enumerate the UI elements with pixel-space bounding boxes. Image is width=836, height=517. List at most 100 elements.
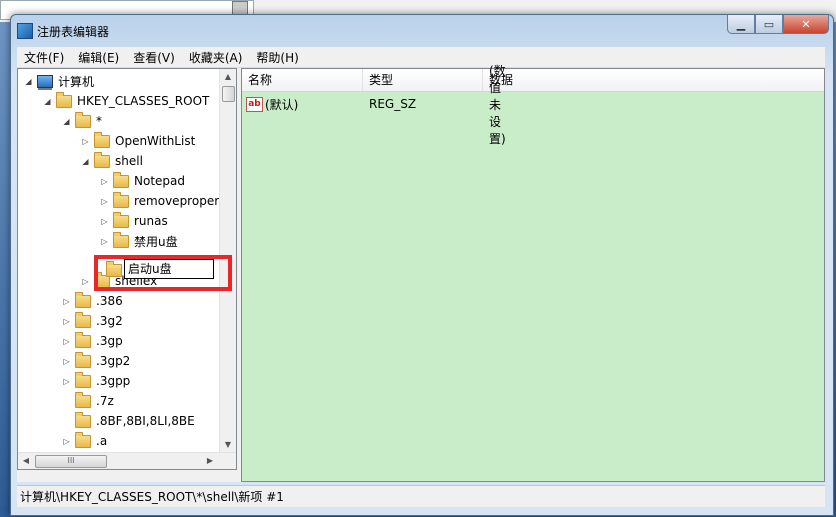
expand-arrow-icon[interactable]: ▷ [81, 277, 90, 286]
minimize-icon: ▁ [736, 17, 746, 31]
value-row[interactable]: ab (默认) REG_SZ (数值未设置) [242, 64, 506, 146]
string-value-icon: ab [246, 96, 263, 112]
menu-view[interactable]: 查看(V) [126, 49, 182, 66]
status-bar: 计算机\HKEY_CLASSES_ROOT\*\shell\新项 #1 [17, 485, 825, 507]
column-header-name[interactable]: 名称 [242, 69, 363, 91]
column-header-type[interactable]: 类型 [363, 69, 483, 91]
collapse-arrow-icon[interactable]: ◢ [24, 77, 33, 86]
folder-icon [56, 91, 72, 108]
maximize-button[interactable]: ▭ [755, 15, 783, 34]
tree-item-label: OpenWithList [115, 134, 196, 148]
registry-editor-window: 注册表编辑器 ▁ ▭ ✕ 文件(F) 编辑(E) 查看(V) 收藏夹(A) 帮助… [10, 14, 834, 516]
tree-item[interactable]: ◢ HKEY_CLASSES_ROOT [43, 91, 209, 111]
window-title: 注册表编辑器 [37, 25, 110, 39]
collapse-arrow-icon[interactable]: ◢ [62, 117, 71, 126]
scroll-up-arrow-icon[interactable]: ▲ [220, 69, 236, 85]
tree-item[interactable]: ▷ .a [62, 431, 107, 451]
tree-item-label: * [96, 114, 102, 128]
tree-item[interactable]: ◢ 计算机 [24, 71, 94, 91]
expand-arrow-icon[interactable]: ▷ [62, 357, 71, 366]
annotation-highlight-box [94, 255, 232, 291]
menu-help[interactable]: 帮助(H) [249, 49, 305, 66]
list-header: 名称 类型 数据 [242, 69, 824, 92]
expand-arrow-icon[interactable]: ▷ [100, 217, 109, 226]
computer-icon [37, 74, 53, 88]
tree-item[interactable]: ▷ .3g2 [62, 311, 123, 331]
menu-bar: 文件(F) 编辑(E) 查看(V) 收藏夹(A) 帮助(H) [17, 47, 825, 68]
tree-horizontal-scrollbar[interactable]: ◀ III ▶ [18, 452, 236, 469]
tree-item[interactable]: ▷ OpenWithList [81, 131, 195, 151]
folder-icon [94, 131, 110, 148]
folder-icon [113, 171, 129, 188]
regedit-app-icon [17, 23, 33, 39]
folder-icon [113, 211, 129, 228]
menu-favorites[interactable]: 收藏夹(A) [182, 49, 250, 66]
expand-arrow-icon[interactable]: ▷ [62, 437, 71, 446]
tree-item[interactable]: ▷ removeproper [100, 191, 219, 211]
tree-item[interactable]: ▷ .3gp2 [62, 351, 130, 371]
tree-item-label: shell [115, 154, 143, 168]
tree-item[interactable]: .8BF,8BI,8LI,8BE [62, 411, 195, 431]
value-type: REG_SZ [369, 97, 417, 111]
tree-item[interactable]: ▷ runas [100, 211, 168, 231]
folder-icon [113, 231, 129, 248]
tree-item-label: Notepad [134, 174, 185, 188]
tree-item-label: 计算机 [58, 74, 95, 89]
tree-hscroll-thumb[interactable]: III [35, 455, 107, 468]
folder-icon [75, 311, 91, 328]
close-icon: ✕ [801, 17, 811, 31]
tree-item[interactable]: ▷ 禁用u盘 [100, 231, 178, 251]
folder-icon [75, 391, 91, 408]
expand-arrow-icon[interactable]: ▷ [100, 237, 109, 246]
expand-arrow-icon[interactable]: ▷ [62, 317, 71, 326]
tree-item[interactable]: ▷ .386 [62, 291, 123, 311]
collapse-arrow-icon[interactable]: ◢ [81, 157, 90, 166]
tree-item-label: .3gpp [96, 374, 131, 388]
expand-arrow-icon[interactable]: ▷ [100, 197, 109, 206]
scroll-left-arrow-icon[interactable]: ◀ [18, 453, 34, 469]
menu-edit[interactable]: 编辑(E) [71, 49, 126, 66]
collapse-arrow-icon[interactable]: ◢ [43, 97, 52, 106]
scroll-down-arrow-icon[interactable]: ▼ [220, 437, 236, 453]
tree-vscroll-thumb[interactable] [222, 86, 235, 102]
scroll-right-arrow-icon[interactable]: ▶ [202, 453, 218, 469]
expand-arrow-icon[interactable]: ▷ [62, 297, 71, 306]
tree-item[interactable]: ▷ Notepad [100, 171, 185, 191]
tree-item-label: .3gp [96, 334, 123, 348]
tree-item[interactable]: ◢ shell [81, 151, 143, 171]
value-name: (默认) [265, 97, 299, 112]
folder-icon [75, 331, 91, 348]
tree-item[interactable]: ▷ .3gpp [62, 371, 130, 391]
tree-item[interactable]: ▷ .3gp [62, 331, 123, 351]
folder-icon [75, 431, 91, 448]
menu-file[interactable]: 文件(F) [17, 49, 71, 66]
value-data: (数值未设置) [489, 63, 506, 146]
expand-arrow-icon[interactable]: ▷ [62, 377, 71, 386]
tree-item[interactable]: ◢ * [62, 111, 102, 131]
registry-values-list[interactable]: 名称 类型 数据 ab (默认) REG_SZ (数值未设置) [241, 64, 825, 482]
maximize-icon: ▭ [763, 17, 775, 31]
folder-icon [75, 111, 91, 128]
expand-arrow-icon[interactable]: ▷ [81, 137, 90, 146]
folder-icon [75, 411, 91, 428]
tree-item-label: runas [134, 214, 168, 228]
tree-item-label: 禁用u盘 [134, 234, 178, 249]
tree-item-label: .8BF,8BI,8LI,8BE [96, 414, 195, 428]
tree-item-label: .3g2 [96, 314, 123, 328]
expand-arrow-icon[interactable]: ▷ [62, 337, 71, 346]
tree-item-label: .386 [96, 294, 123, 308]
expand-arrow-icon[interactable]: ▷ [100, 177, 109, 186]
main-content: ▷.AAC▷.a.8BF,8BI,8LI,8BE.7z▷.3gpp▷.3gp2▷… [17, 64, 825, 482]
tree-item-label: .a [96, 434, 108, 448]
tree-item[interactable]: .7z [62, 391, 114, 411]
folder-icon [75, 351, 91, 368]
folder-icon [75, 371, 91, 388]
close-button[interactable]: ✕ [783, 15, 829, 34]
folder-icon [75, 291, 91, 308]
title-bar[interactable]: 注册表编辑器 ▁ ▭ ✕ [11, 15, 833, 45]
tree-item-label: .3gp2 [96, 354, 131, 368]
tree-item-label: .7z [96, 394, 114, 408]
minimize-button[interactable]: ▁ [727, 15, 755, 34]
tree-item-label: removeproper [134, 194, 220, 208]
tree-item-label: HKEY_CLASSES_ROOT [77, 94, 210, 108]
